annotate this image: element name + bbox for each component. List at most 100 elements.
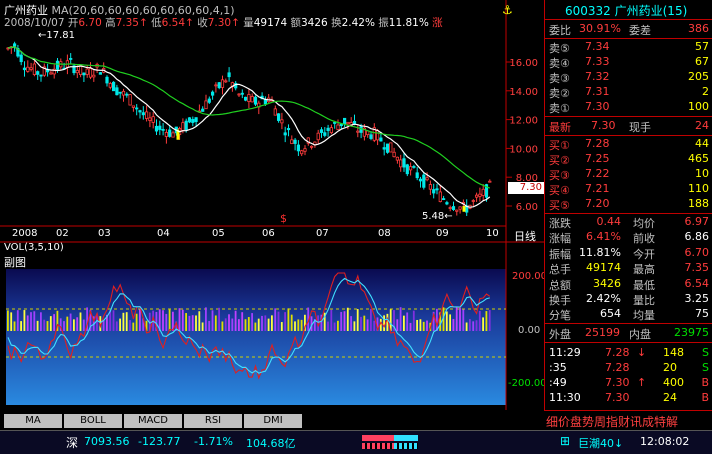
volume-bar (340, 311, 343, 331)
volume-bar (53, 314, 55, 331)
tick-row: :49 7.30 ↑ 400 B (549, 376, 709, 389)
amp-label: 振 (378, 17, 389, 29)
period-label[interactable]: 日线 (514, 228, 536, 244)
candle-body (455, 209, 459, 212)
volume-bar (208, 321, 211, 331)
candle-body (329, 127, 334, 134)
volume-bar (33, 311, 36, 331)
candle-body (286, 128, 291, 131)
volume-bar (261, 315, 263, 331)
dividend-marker-icon[interactable]: $ (280, 212, 287, 225)
candle-body (214, 84, 218, 87)
volume-bar (337, 320, 339, 331)
buy-row: 买① 7.28 44 (549, 137, 709, 152)
tab-ma[interactable]: MA (4, 414, 62, 428)
volume-bar (370, 308, 372, 331)
tab-rsi[interactable]: RSI (184, 414, 242, 428)
volume-bar (254, 322, 257, 331)
candle-body (402, 158, 406, 168)
min-price-label: 5.48← (422, 211, 453, 222)
index-amount: 104.68亿 (246, 437, 296, 450)
candle-body (168, 129, 172, 137)
date-tick: 10 (486, 228, 499, 239)
high-label: 高 (105, 17, 116, 29)
volume-bar (416, 319, 418, 331)
volume-bar (449, 314, 451, 331)
tab-dmi[interactable]: DMI (244, 414, 302, 428)
volume-bar (214, 315, 217, 331)
tab-macd[interactable]: MACD (124, 414, 182, 428)
volume-bar (238, 319, 240, 331)
candle-body (121, 90, 126, 96)
candle-body (75, 70, 79, 74)
volume-bar (267, 318, 270, 331)
tab-boll[interactable]: BOLL (64, 414, 122, 428)
amt-label: 额 (290, 17, 302, 29)
volume-bar (191, 315, 194, 331)
volume-bar (40, 312, 42, 331)
candle-body (296, 144, 301, 152)
market-breadth-bar (362, 435, 422, 449)
candle-body (481, 188, 485, 196)
vol-label: 量 (243, 17, 254, 29)
volume-bar (472, 321, 475, 331)
amt-value: 3426 (301, 17, 328, 29)
candle-body (79, 65, 83, 76)
volume-bar (360, 316, 362, 331)
volume-bar (330, 309, 333, 331)
open-label: 开 (67, 17, 79, 29)
volume-bar (181, 309, 184, 331)
date-tick: 02 (56, 228, 69, 239)
volume-bar (409, 322, 412, 331)
low-value: 6.54 (161, 17, 186, 29)
volume-bar (422, 321, 425, 331)
quote-bottom-tabs[interactable]: 细价盘势周指财讯成特解 (544, 410, 712, 431)
candle-body (22, 67, 27, 71)
indicator-chart[interactable] (0, 243, 544, 410)
volume-bar (198, 311, 201, 331)
buy-row: 买④ 7.21 110 (549, 182, 709, 197)
volume-bar (119, 318, 121, 331)
ohlc-info-line: 2008/10/07 开6.70 高7.35↑ 低6.54↑ 收7.30↑ 量4… (4, 17, 443, 29)
candle-body (217, 82, 221, 89)
candle-body (280, 119, 284, 124)
chaoliu-index-icon[interactable]: ⊞ (560, 434, 570, 448)
price-chart[interactable]: 16.0014.0012.0010.008.006.00 (0, 0, 544, 243)
info-date: 2008/10/07 (4, 17, 65, 29)
volume-bar (165, 313, 168, 331)
price-tick: 14.00 (509, 87, 538, 98)
volume-bar (478, 310, 481, 331)
volume-bar (333, 322, 336, 331)
candle-body (158, 125, 162, 130)
candle-body (29, 67, 33, 70)
candle-body (49, 72, 53, 75)
candle-body (445, 202, 449, 205)
candle-body (36, 71, 40, 75)
candle-body (451, 206, 456, 210)
volume-bar (373, 320, 376, 331)
candle-body (207, 98, 211, 103)
candle-body (105, 76, 109, 84)
sub-chart-area[interactable]: VOL(3,5,10) 副图 200.00 0.00 -200.00 (0, 242, 547, 410)
candle-body (125, 93, 129, 96)
candle-body (19, 54, 23, 63)
candle-body (128, 94, 132, 106)
anchor-icon[interactable]: ⚓ (502, 3, 513, 17)
chaoliu-index[interactable]: 巨潮40↓ (578, 435, 623, 451)
index-change: -123.77 (138, 435, 181, 448)
volume-bar (224, 318, 227, 331)
main-chart-area[interactable]: 16.00 14.00 12.00 10.00 8.00 6.00 广州药业 MA(20,… (0, 0, 544, 243)
volume-bar (403, 315, 405, 331)
candle-body (263, 99, 268, 105)
index-name: 深 (66, 436, 79, 450)
volume-bar (132, 322, 135, 331)
candle-body (148, 117, 152, 121)
volume-bar (419, 319, 422, 331)
latest-row: 最新 7.30 现手 24 (549, 119, 709, 134)
date-tick: 08 (378, 228, 391, 239)
volume-bar (115, 321, 118, 331)
volume-bar (221, 321, 224, 331)
buy-row: 买② 7.25 465 (549, 152, 709, 167)
volume-bar (469, 319, 471, 331)
candle-body (98, 72, 102, 75)
